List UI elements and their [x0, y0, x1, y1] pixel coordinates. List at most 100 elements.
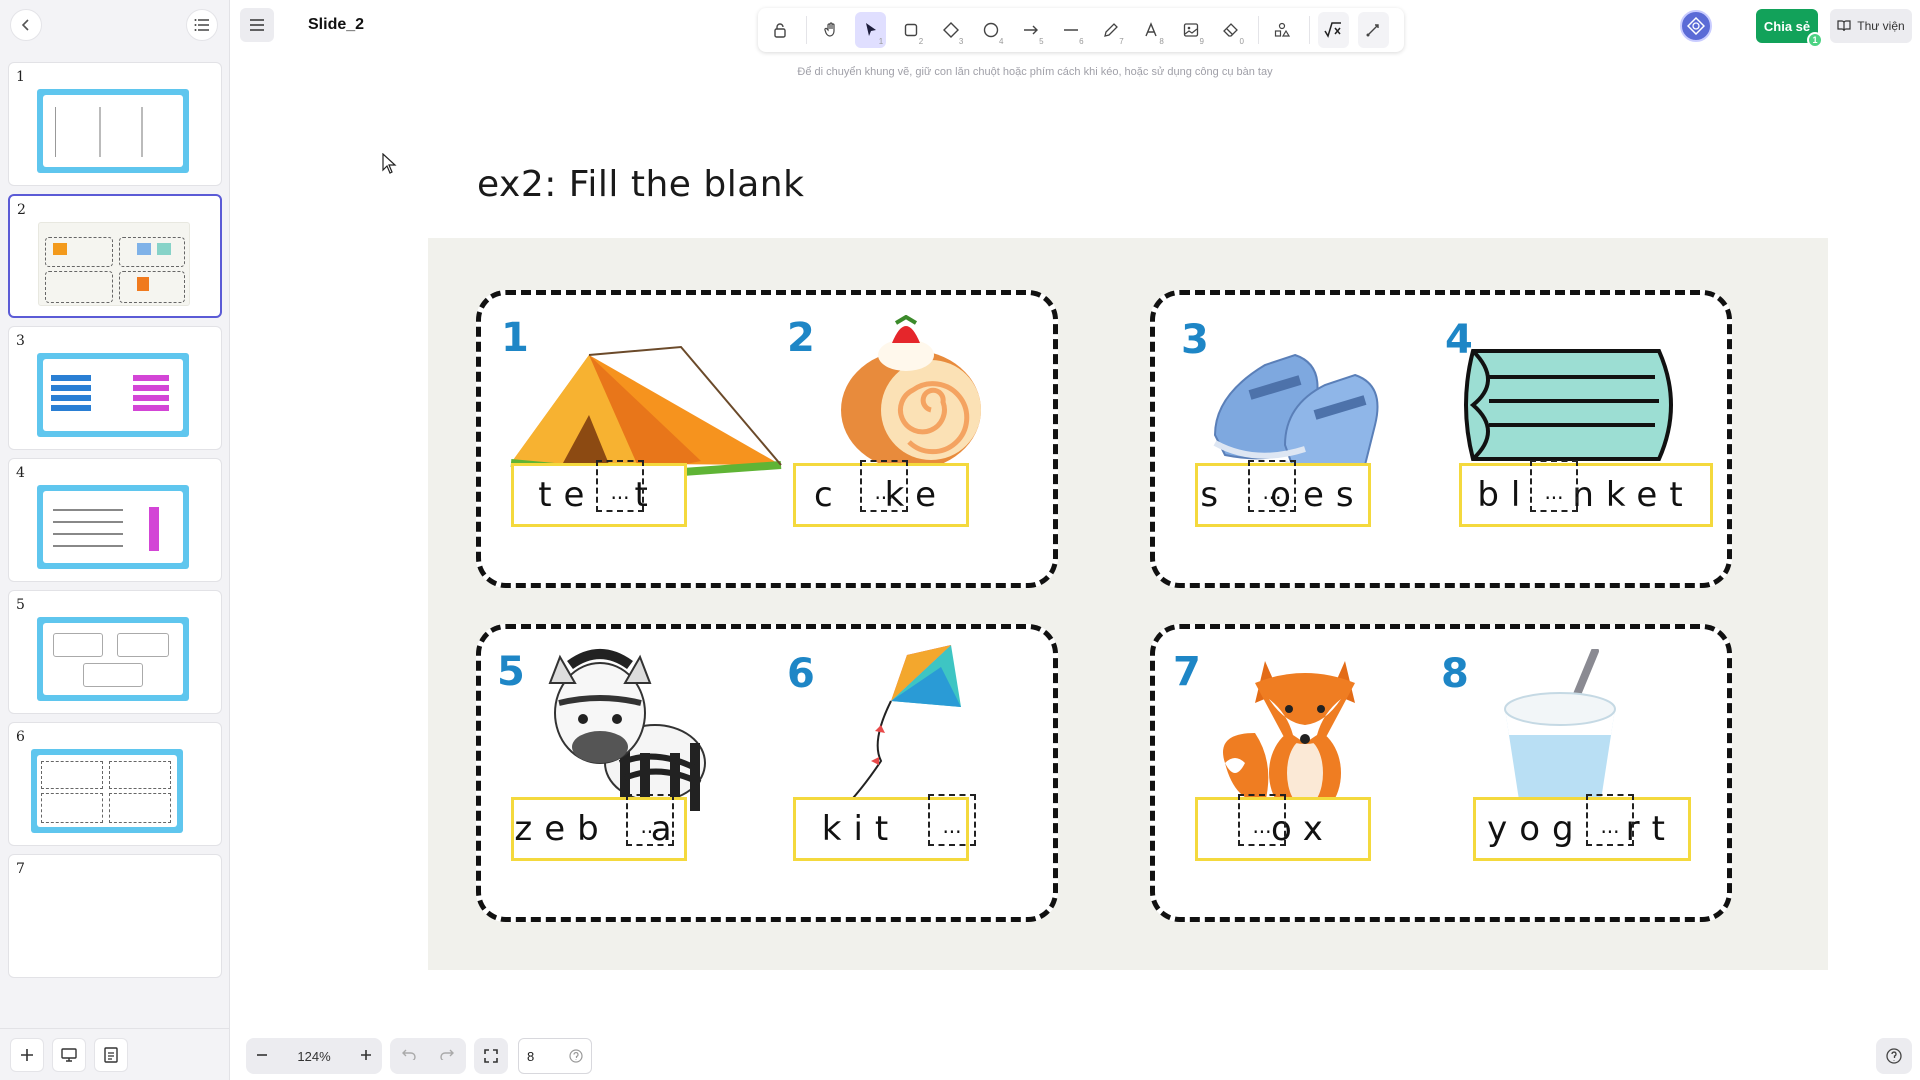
tool-pencil[interactable]: 7 [1096, 12, 1127, 48]
blank-slot[interactable]: ... [626, 794, 674, 846]
exercise-card: 7 8 ox ... yog rt ... [1150, 624, 1732, 922]
blank-slot[interactable]: ... [596, 460, 644, 512]
slide-list-view-button[interactable] [186, 9, 218, 41]
slide-thumbnail-7[interactable]: 7 [8, 854, 222, 978]
book-icon [1837, 20, 1851, 32]
help-button[interactable] [1876, 1038, 1912, 1074]
shoes-picture [1213, 353, 1379, 478]
blank-slot[interactable]: ... [1238, 794, 1286, 846]
slide-thumbnail-4[interactable]: 4 [8, 458, 222, 582]
slide-thumbnail-2[interactable]: 2 [8, 194, 222, 318]
blank-slot[interactable]: ... [1248, 460, 1296, 512]
slide-number: 2 [17, 202, 26, 218]
document-title[interactable]: Slide_2 [308, 16, 364, 34]
blank-slot[interactable]: ... [928, 794, 976, 846]
diamond-icon [942, 22, 959, 38]
fit-to-screen-button[interactable] [474, 1038, 508, 1074]
sidebar-footer [0, 1028, 230, 1080]
line-icon [1064, 29, 1079, 31]
notes-button[interactable] [94, 1038, 128, 1072]
tool-hand[interactable] [815, 12, 846, 48]
select-icon [865, 23, 876, 36]
share-button[interactable]: Chia sẻ 1 [1756, 9, 1823, 48]
main-menu-button[interactable] [240, 8, 274, 42]
word-answer-box[interactable]: yog rt ... [1473, 794, 1691, 861]
word-answer-box[interactable]: s oes ... [1195, 460, 1371, 527]
zebra-picture [548, 649, 706, 813]
laser-icon [1366, 24, 1380, 37]
page-number-input[interactable]: 8 [518, 1038, 592, 1074]
minus-icon [257, 1053, 267, 1056]
rectangle-icon [904, 23, 917, 37]
slide-number: 5 [16, 597, 25, 613]
redo-icon [440, 1049, 454, 1062]
word-answer-box[interactable]: zeb a ... [511, 794, 687, 861]
back-button[interactable] [10, 9, 42, 41]
tool-arrow[interactable]: 5 [1015, 12, 1046, 48]
plus-icon [21, 1049, 33, 1061]
slide-thumbnail-1[interactable]: 1 [8, 62, 222, 186]
tool-text[interactable]: 8 [1136, 12, 1167, 48]
present-button[interactable] [52, 1038, 86, 1072]
share-label: Chia sẻ [1763, 18, 1811, 34]
arrow-icon [1023, 25, 1038, 35]
ellipse-icon [983, 22, 999, 38]
word-before-blank: s [1200, 475, 1231, 515]
tool-eraser[interactable]: 0 [1216, 12, 1247, 48]
cake-roll-picture [841, 315, 981, 470]
tool-shortcut: 1 [878, 37, 884, 46]
tool-shortcut: 8 [1159, 37, 1164, 46]
help-circle-icon [569, 1049, 583, 1063]
slide-number: 7 [16, 861, 25, 877]
user-avatar[interactable] [1680, 10, 1712, 42]
tool-more-shapes[interactable] [1267, 12, 1298, 48]
zoom-out-button[interactable] [256, 1049, 268, 1064]
page-number-value: 8 [527, 1048, 535, 1064]
word-before-blank: c [813, 475, 845, 515]
word-answer-box[interactable]: bl nket ... [1459, 460, 1713, 527]
tool-laser[interactable] [1357, 12, 1389, 48]
library-button[interactable]: Thư viện [1830, 9, 1912, 43]
worksheet-image[interactable]: 1 2 te t ... c ke ... 3 4 s oes ... bl n… [428, 238, 1828, 970]
chevron-left-icon [21, 19, 29, 31]
tool-rectangle[interactable]: 2 [895, 12, 926, 48]
word-answer-box[interactable]: c ke ... [793, 460, 969, 527]
add-slide-button[interactable] [10, 1038, 44, 1072]
tool-ellipse[interactable]: 4 [975, 12, 1006, 48]
tool-diamond[interactable]: 3 [935, 12, 966, 48]
slide-thumbnail-3[interactable]: 3 [8, 326, 222, 450]
mouse-cursor-icon [382, 153, 397, 174]
tool-lock[interactable] [764, 12, 795, 48]
blank-slot[interactable]: ... [1586, 794, 1634, 846]
undo-button[interactable] [402, 1047, 416, 1065]
slide-preview [38, 222, 190, 306]
fullscreen-icon [484, 1049, 498, 1063]
exercise-card: 1 2 te t ... c ke ... [476, 290, 1058, 588]
canvas-hint: Để di chuyển khung vẽ, giữ con lăn chuột… [797, 66, 1273, 78]
slide-heading[interactable]: ex2: Fill the blank [477, 164, 804, 205]
word-answer-box[interactable]: ox ... [1195, 794, 1371, 861]
word-after-blank: nket [1572, 475, 1695, 515]
word-answer-box[interactable]: te t ... [511, 460, 687, 527]
word-before-blank: kit [821, 809, 901, 849]
zoom-in-button[interactable] [360, 1049, 372, 1064]
redo-button[interactable] [440, 1047, 454, 1065]
word-before-blank: te [538, 475, 597, 515]
slide-thumbnail-5[interactable]: 5 [8, 590, 222, 714]
blank-slot[interactable]: ... [1530, 460, 1578, 512]
lock-icon [773, 23, 786, 38]
tool-select[interactable]: 1 [855, 12, 887, 48]
toolbar-divider [1257, 16, 1259, 44]
blank-slot[interactable]: ... [860, 460, 908, 512]
user-logo-icon [1687, 17, 1705, 35]
plus-icon [361, 1049, 371, 1060]
zoom-controls: 124% [246, 1038, 382, 1074]
tool-line[interactable]: 6 [1056, 12, 1087, 48]
collaborator-count-badge: 1 [1807, 32, 1823, 48]
word-answer-box[interactable]: kit ... [793, 794, 976, 861]
tool-formula[interactable] [1317, 12, 1349, 48]
tool-image[interactable]: 9 [1176, 12, 1207, 48]
item-number: 7 [1173, 649, 1201, 695]
slide-thumbnail-6[interactable]: 6 [8, 722, 222, 846]
zoom-level[interactable]: 124% [297, 1049, 330, 1064]
